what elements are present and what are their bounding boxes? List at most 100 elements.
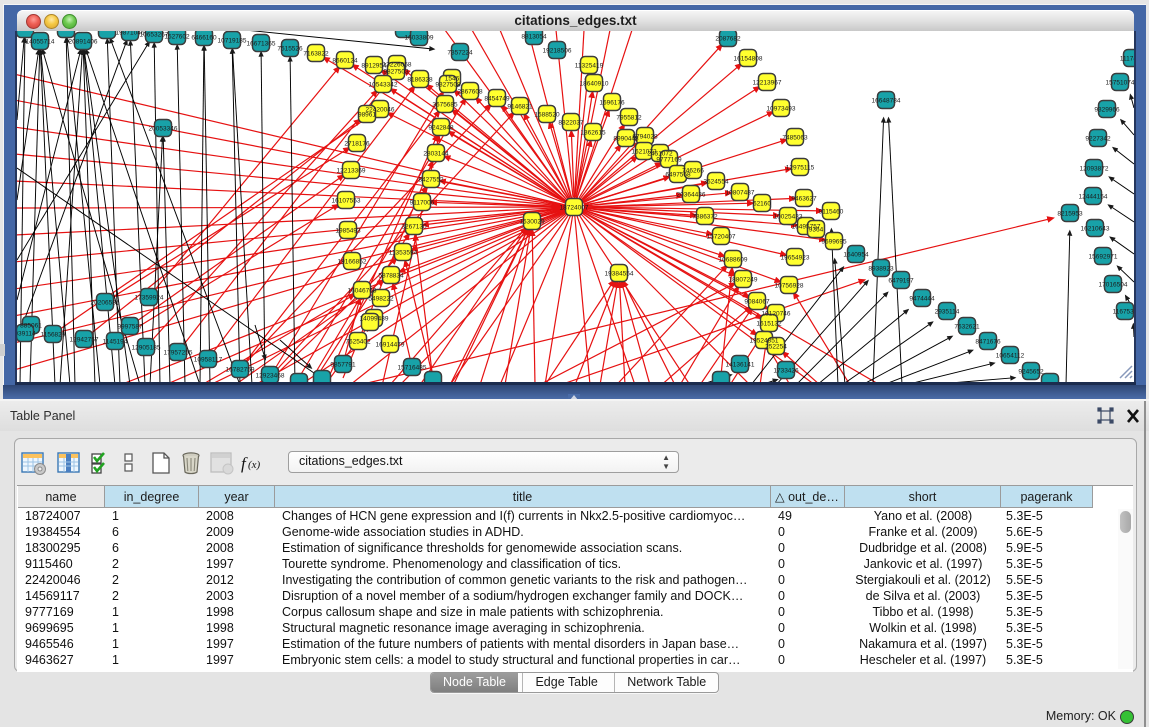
svg-text:2935114: 2935114 [935,309,960,316]
svg-text:8471676: 8471676 [975,339,1001,346]
svg-text:8454749: 8454749 [484,96,510,103]
svg-text:19384554: 19384554 [605,271,634,278]
svg-text:16671365: 16671365 [247,41,276,48]
svg-text:f: f [241,454,248,473]
svg-text:3267130: 3267130 [401,224,427,231]
svg-text:10807487: 10807487 [726,190,755,197]
svg-text:6479197: 6479197 [888,278,914,285]
svg-text:9115460: 9115460 [819,209,844,216]
svg-text:20053346: 20053346 [149,126,178,133]
svg-text:1530029: 1530029 [519,219,545,226]
svg-text:7515526: 7515526 [277,46,303,53]
svg-text:14099489: 14099489 [360,316,389,323]
svg-text:252254: 252254 [765,344,787,351]
svg-text:9084067: 9084067 [744,299,770,306]
svg-text:11353594: 11353594 [389,250,418,257]
svg-text:8427552: 8427552 [418,177,444,184]
svg-text:939114: 939114 [17,331,36,338]
svg-text:5878834: 5878834 [378,273,404,280]
svg-text:16648784: 16648784 [872,98,901,105]
svg-text:1362615: 1362615 [580,130,606,137]
svg-text:18807249: 18807249 [729,277,758,284]
svg-text:16210643: 16210643 [1081,226,1110,233]
svg-text:15720407: 15720407 [707,234,736,241]
svg-text:(x): (x) [248,459,261,471]
svg-text:1167533: 1167533 [1113,309,1134,316]
svg-text:11325419: 11325419 [575,63,604,70]
svg-text:12213369: 12213369 [337,168,366,175]
svg-text:10973493: 10973493 [767,106,796,113]
svg-text:1985493: 1985493 [335,228,361,235]
svg-text:6794028: 6794028 [632,134,658,141]
svg-text:8186328: 8186328 [407,77,433,84]
svg-text:2087682: 2087682 [715,36,741,43]
svg-text:16107553: 16107553 [332,198,361,205]
svg-text:17957255: 17957255 [164,350,193,357]
svg-text:9117006: 9117006 [410,200,435,207]
svg-text:9699695: 9699695 [821,239,847,246]
svg-text:10958117: 10958117 [194,357,223,364]
svg-text:1156829: 1156829 [41,332,66,339]
svg-text:9227342: 9227342 [1085,136,1111,143]
svg-text:7955812: 7955812 [616,115,642,122]
svg-text:1527602: 1527602 [164,34,190,41]
svg-text:1117416: 1117416 [1120,56,1134,63]
svg-text:10654112: 10654112 [996,353,1025,360]
svg-text:16033809: 16033809 [405,35,434,42]
svg-text:19166852: 19166852 [338,259,367,266]
svg-text:9146821: 9146821 [507,104,533,111]
svg-text:12213967: 12213967 [753,80,782,87]
svg-text:1615132: 1615132 [756,321,782,328]
svg-text:5498222: 5498222 [368,296,394,303]
svg-text:10543342: 10543342 [369,82,398,89]
svg-text:12093872: 12093872 [1080,166,1109,173]
svg-text:17016504: 17016504 [1099,282,1128,289]
svg-text:1733426: 1733426 [773,368,799,375]
svg-text:2718176: 2718176 [344,141,370,148]
svg-text:14136141: 14136141 [726,362,755,369]
svg-text:9777169: 9777169 [656,157,682,164]
svg-text:9463627: 9463627 [791,196,817,203]
svg-text:885061: 885061 [20,323,42,330]
svg-text:9245652: 9245652 [1018,369,1044,376]
svg-text:18724007: 18724007 [560,205,589,212]
svg-text:12942757: 12942757 [70,337,99,344]
svg-text:10025433: 10025433 [774,214,803,221]
svg-text:8813054: 8813054 [521,34,547,41]
svg-text:20891406: 20891406 [69,39,98,46]
svg-text:15692971: 15692971 [1089,254,1118,261]
svg-text:8938923: 8938923 [868,266,894,273]
svg-text:1696176: 1696176 [599,100,625,107]
svg-text:12975115: 12975115 [786,165,815,172]
svg-text:14055714: 14055714 [26,39,55,46]
svg-text:9329966: 9329966 [1094,107,1120,114]
svg-text:1145194: 1145194 [103,339,128,346]
svg-text:7632621: 7632621 [954,324,980,331]
svg-text:7357224: 7357224 [447,50,473,57]
svg-text:10719185: 10719185 [218,38,247,45]
svg-text:10756928: 10756928 [775,283,804,290]
svg-text:9997587: 9997587 [117,324,143,331]
svg-text:12905185: 12905185 [132,345,161,352]
svg-text:10120746: 10120746 [762,311,791,318]
svg-text:1588520: 1588520 [534,112,560,119]
svg-text:19654923: 19654923 [781,255,810,262]
svg-text:2867608: 2867608 [457,89,483,96]
svg-text:20364436: 20364436 [677,192,706,199]
svg-text:16782759: 16782759 [226,367,255,374]
svg-text:16046766: 16046766 [348,288,377,295]
svg-text:98961: 98961 [358,112,376,119]
svg-text:8660124: 8660124 [332,58,358,65]
svg-text:19218506: 19218506 [543,48,572,55]
svg-text:16914479: 16914479 [376,342,405,349]
svg-text:7485063: 7485063 [782,135,808,142]
svg-text:7163822: 7163822 [303,51,329,58]
svg-text:10688609: 10688609 [719,257,748,264]
svg-text:9242848: 9242848 [428,125,454,132]
svg-text:9327508: 9327508 [435,82,461,89]
svg-text:7625402: 7625402 [345,339,371,346]
svg-text:17359924: 17359924 [135,295,164,302]
svg-text:12444154: 12444154 [1079,194,1108,201]
svg-text:13226058: 13226058 [383,62,412,69]
svg-text:746266: 746266 [682,168,704,175]
